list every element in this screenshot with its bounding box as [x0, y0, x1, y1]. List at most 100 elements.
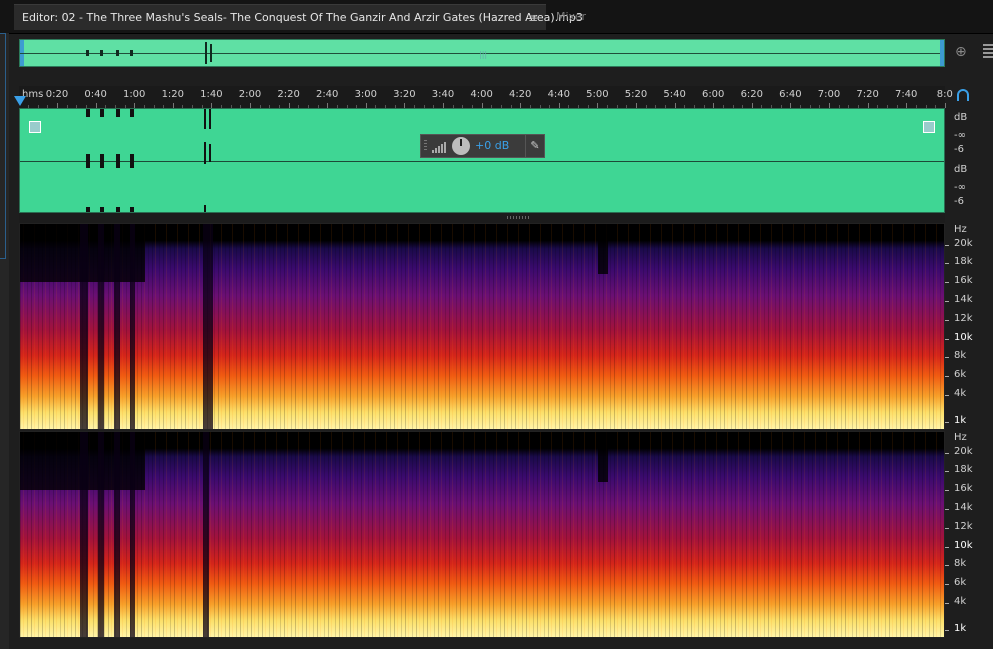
- spectrogram-gap: [114, 224, 120, 429]
- hz-tick-label: 10k: [954, 540, 973, 551]
- ruler-tick-label: 1:00: [122, 89, 146, 100]
- spectrogram-gap: [80, 432, 88, 637]
- ruler-tick-label: 2:40: [315, 89, 339, 100]
- overview-right-handle[interactable]: [940, 40, 944, 66]
- spectrogram-gap: [130, 432, 135, 637]
- spectrogram-gap: [98, 432, 104, 637]
- left-panel-focus-marker: [0, 33, 6, 259]
- spectrogram-gap: [203, 224, 213, 429]
- ruler-tick-label: 6:00: [701, 89, 725, 100]
- db-tick-label: -∞: [954, 130, 966, 141]
- tab-mixer[interactable]: Mixer: [548, 4, 678, 30]
- spectrogram-channel-1[interactable]: [19, 223, 945, 430]
- ruler-tick-label: 7:20: [856, 89, 879, 100]
- hz-tick: [945, 453, 949, 454]
- hz-tick: [945, 565, 949, 566]
- hz-tick: [945, 528, 949, 529]
- hz-tick: [945, 376, 949, 377]
- hz-tick: [945, 395, 949, 396]
- hz-tick: [945, 584, 949, 585]
- hz-tick: [945, 357, 949, 358]
- db-tick-label: -∞: [954, 182, 966, 193]
- hz-tick-label: 14k: [954, 294, 973, 305]
- hz-tick: [945, 490, 949, 491]
- tab-editor[interactable]: Editor: 02 - The Three Mashu's Seals- Th…: [14, 4, 583, 31]
- ruler-tick-label: 5:00: [586, 89, 609, 100]
- hz-tick-label: 12k: [954, 313, 973, 324]
- svg-text:|||: |||: [479, 50, 487, 59]
- ruler-tick-label: 3:40: [431, 89, 455, 100]
- hz-tick-label: 10k: [954, 332, 973, 343]
- splitter-grip[interactable]: [507, 216, 531, 219]
- ruler-tick-label: 5:20: [624, 89, 648, 100]
- tab-mixer-label: Mixer: [556, 10, 587, 23]
- playhead-marker[interactable]: [14, 96, 26, 106]
- spectrogram-gap: [114, 432, 120, 637]
- hz-tick-label: 4k: [954, 388, 967, 399]
- level-meter-icon: [432, 141, 450, 153]
- hz-tick-label: 6k: [954, 369, 967, 380]
- waveform-display[interactable]: [19, 108, 945, 213]
- tab-menu-icon[interactable]: ≡: [528, 5, 538, 31]
- spectrogram-channel-2[interactable]: [19, 431, 945, 638]
- ruler-tick-label: 8:0: [936, 89, 953, 100]
- hz-tick-label: 12k: [954, 521, 973, 532]
- hz-tick: [945, 282, 949, 283]
- hz-tick: [945, 320, 949, 321]
- headphone-icon[interactable]: [957, 89, 969, 101]
- ruler-tick-label: 1:20: [161, 89, 185, 100]
- hz-tick-label: 16k: [954, 275, 973, 286]
- ruler-tick-label: 4:00: [470, 89, 493, 100]
- pin-icon[interactable]: ✎: [525, 135, 544, 157]
- ruler-tick-label: 0:20: [45, 89, 69, 100]
- spectrogram-gap: [203, 432, 209, 637]
- hz-tick: [945, 630, 949, 631]
- hud-grip[interactable]: [424, 140, 427, 152]
- ruler-tick-label: 2:00: [238, 89, 262, 100]
- tab-bar: Editor: 02 - The Three Mashu's Seals- Th…: [0, 0, 993, 34]
- ruler-tick-label: 3:00: [354, 89, 378, 100]
- hz-tick: [945, 422, 949, 423]
- ruler-tick-label: 7:00: [817, 89, 841, 100]
- ruler-tick-label: 2:20: [277, 89, 300, 100]
- hz-tick: [945, 245, 949, 246]
- hz-tick-label: 18k: [954, 464, 973, 475]
- overview-navigator[interactable]: |||: [19, 39, 945, 67]
- hz-tick: [945, 339, 949, 340]
- hz-tick: [945, 263, 949, 264]
- hz-tick-label: 8k: [954, 350, 967, 361]
- hz-unit-label: Hz: [954, 224, 967, 235]
- hz-tick-label: 16k: [954, 483, 973, 494]
- level-hud[interactable]: +0 dB ✎: [420, 134, 545, 158]
- panel-menu-icon[interactable]: [983, 42, 993, 60]
- ruler-tick-label: 1:40: [200, 89, 223, 100]
- hz-tick-label: 14k: [954, 502, 973, 513]
- db-unit-label: dB: [954, 112, 968, 123]
- time-ruler[interactable]: 0:20 0:40 1:00 1:20 1:40 2:00 2:20 2:40 3:00 3:20…: [19, 86, 953, 109]
- view-splitter[interactable]: [19, 213, 945, 223]
- ruler-tick-label: 4:40: [547, 89, 571, 100]
- volume-value[interactable]: +0 dB: [475, 139, 509, 152]
- db-tick-label: -6: [954, 144, 964, 155]
- scale-area: [945, 108, 993, 649]
- ruler-tick-label: 6:20: [740, 89, 764, 100]
- ruler-tick-label: 6:40: [779, 89, 802, 100]
- ruler-tick-label: 0:40: [84, 89, 107, 100]
- ruler-tick-label: 5:40: [663, 89, 686, 100]
- hz-tick-label: 4k: [954, 596, 967, 607]
- spectrogram-gap: [130, 224, 135, 429]
- hz-tick-label: 20k: [954, 238, 973, 249]
- spectrogram-texture: [20, 224, 944, 429]
- hz-tick: [945, 509, 949, 510]
- volume-knob[interactable]: [452, 137, 470, 155]
- hz-tick-label: 1k: [954, 415, 967, 426]
- waveform-peaks: [86, 109, 211, 212]
- spectrogram-gap: [98, 224, 104, 429]
- overview-waveform: |||: [86, 42, 487, 64]
- ruler-tick-label: 3:20: [393, 89, 416, 100]
- tab-editor-label: Editor: 02 - The Three Mashu's Seals- Th…: [22, 11, 583, 24]
- hz-unit-label: Hz: [954, 432, 967, 443]
- hz-tick: [945, 547, 949, 548]
- zoom-icon[interactable]: ⊕: [955, 44, 967, 60]
- ruler-tick-label: 4:20: [508, 89, 532, 100]
